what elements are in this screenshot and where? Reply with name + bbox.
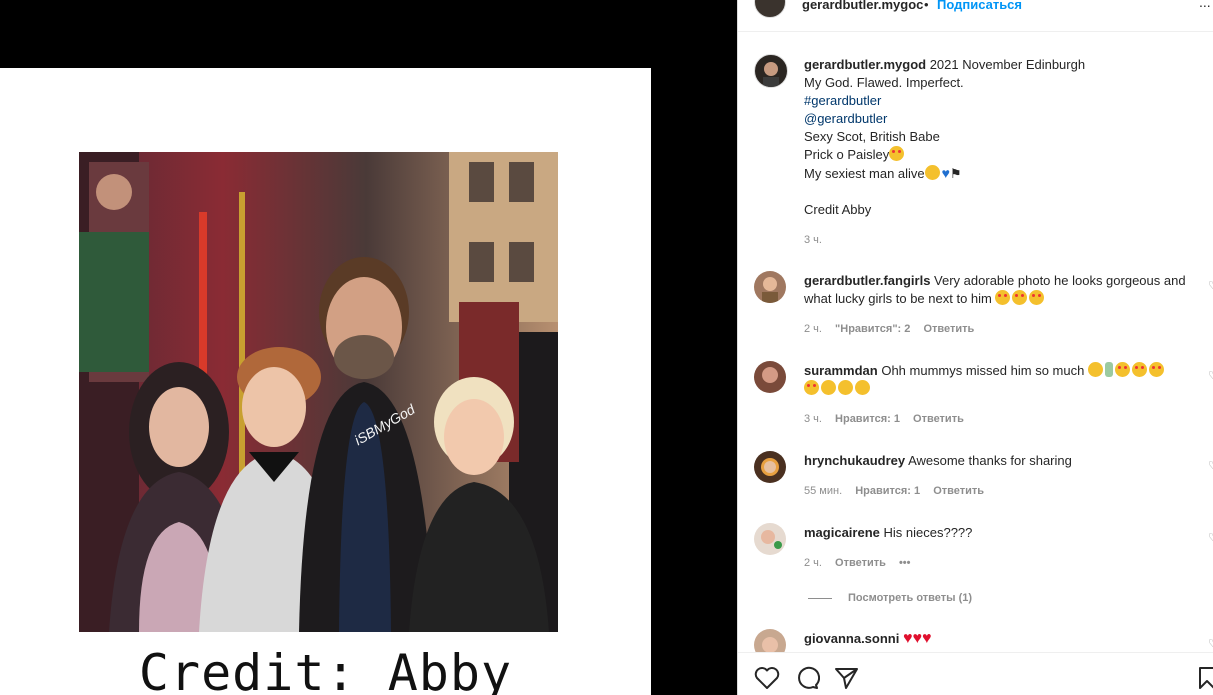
heart-icon[interactable] [754,666,780,690]
laughing-emoji-icon [821,380,836,395]
caption-username[interactable]: gerardbutler.mygod [804,57,926,72]
like-comment-icon[interactable]: ♡ [1208,459,1213,472]
flag-icon: ⚑ [949,166,962,181]
bookmark-icon[interactable] [1198,666,1213,690]
comment-username[interactable]: hrynchukaudrey [804,453,905,468]
red-heart-icon: ♥ [912,630,922,647]
star-eyes-emoji-icon [1012,290,1028,305]
comment-meta: 3 ч. Нравится: 1 Ответить [804,413,974,425]
like-comment-icon[interactable]: ♡ [1208,637,1213,650]
laughing-emoji-icon [855,380,870,395]
post-header: gerardbutler.mygoc • Подписаться ... [738,0,1213,32]
like-comment-icon[interactable]: ♡ [1208,279,1213,292]
comment-meta: 2 ч. Ответить ••• [804,557,921,569]
caption-avatar[interactable] [754,54,788,88]
view-replies-button[interactable]: Посмотреть ответы (1) [848,592,972,604]
comment-username[interactable]: surammdan [804,363,878,378]
avatar[interactable] [754,271,786,303]
comment-likes[interactable]: "Нравится": 2 [835,323,910,335]
smile-emoji-icon [924,165,940,180]
reply-button[interactable]: Ответить [913,413,964,425]
blue-heart-icon: ♥ [941,165,950,181]
star-eyes-emoji-icon [1114,362,1130,377]
star-eyes-emoji-icon [1148,362,1164,377]
caption-line-1: My God. Flawed. Imperfect. [804,75,964,90]
comment-time: 55 мин. [804,485,843,497]
credit-caption: Credit: Abby [138,644,513,695]
comment-username[interactable]: gerardbutler.fangirls [804,273,930,288]
more-options-icon[interactable]: ... [1199,0,1211,10]
post-image[interactable]: iSBMyGod Credit: Abby [0,68,651,695]
post-media-area: iSBMyGod Credit: Abby [0,0,737,695]
author-avatar[interactable] [754,0,786,18]
comment-text: Ohh mummys missed him so much [881,363,1085,378]
comment-icon[interactable] [794,666,820,690]
like-comment-icon[interactable]: ♡ [1208,369,1213,382]
replies-divider [808,598,832,599]
person-emoji-icon [1087,362,1103,377]
action-bar [738,652,1213,695]
post-details-panel: gerardbutler.mygoc • Подписаться ... ger… [737,0,1213,695]
comment-username[interactable]: magicairene [804,525,880,540]
caption-line-7: Credit Abby [804,202,872,217]
caption-time: 3 ч. [804,234,822,246]
bottle-emoji-icon [1104,362,1113,377]
red-heart-icon: ♥ [921,630,932,647]
comment-time: 3 ч. [804,413,822,425]
kiss-emoji-icon [889,146,905,161]
avatar[interactable] [754,523,786,555]
comment-item: magicairene His nieces???? [804,524,1196,542]
comment-likes[interactable]: Нравится: 1 [855,485,920,497]
hashtag-link[interactable]: #gerardbutler [804,92,1196,110]
reply-button[interactable]: Ответить [923,323,974,335]
comment-item: giovanna.sonni ♥♥♥ [804,630,1196,648]
group-photo: iSBMyGod [79,152,558,632]
comment-meta: 2 ч. "Нравится": 2 Ответить [804,323,984,335]
comment-item: surammdan Ohh mummys missed him so much [804,362,1196,398]
comment-username[interactable]: giovanna.sonni [804,631,899,646]
follow-button[interactable]: Подписаться [937,0,1022,12]
comment-meta: 55 мин. Нравится: 1 Ответить [804,485,994,497]
avatar[interactable] [754,361,786,393]
comment-time: 2 ч. [804,323,822,335]
comment-likes[interactable]: Нравится: 1 [835,413,900,425]
share-icon[interactable] [834,666,860,690]
mention-link[interactable]: @gerardbutler [804,110,1196,128]
author-username[interactable]: gerardbutler.mygoc [802,0,923,12]
separator-dot: • [924,0,929,12]
photo: iSBMyGod [79,152,558,632]
laughing-emoji-icon [838,380,853,395]
comment-text: Awesome thanks for sharing [908,453,1072,468]
star-eyes-emoji-icon [995,290,1011,305]
comment-time: 2 ч. [804,557,822,569]
comment-more-icon[interactable]: ••• [899,557,911,569]
caption: gerardbutler.mygod 2021 November Edinbur… [804,56,1196,219]
star-eyes-emoji-icon [1029,290,1045,305]
comment-item: hrynchukaudrey Awesome thanks for sharin… [804,452,1196,470]
avatar[interactable] [754,451,786,483]
reply-button[interactable]: Ответить [835,557,886,569]
reply-button[interactable]: Ответить [933,485,984,497]
comment-text: His nieces???? [883,525,973,540]
star-eyes-emoji-icon [804,380,819,395]
comment-item: gerardbutler.fangirls Very adorable phot… [804,272,1196,308]
caption-line-0: 2021 November Edinburgh [929,57,1086,72]
caption-line-4: Sexy Scot, British Babe [804,129,940,144]
caption-line-6: My sexiest man alive [804,166,925,181]
like-comment-icon[interactable]: ♡ [1208,531,1213,544]
star-eyes-emoji-icon [1131,362,1147,377]
caption-line-5: Prick o Paisley [804,147,890,162]
